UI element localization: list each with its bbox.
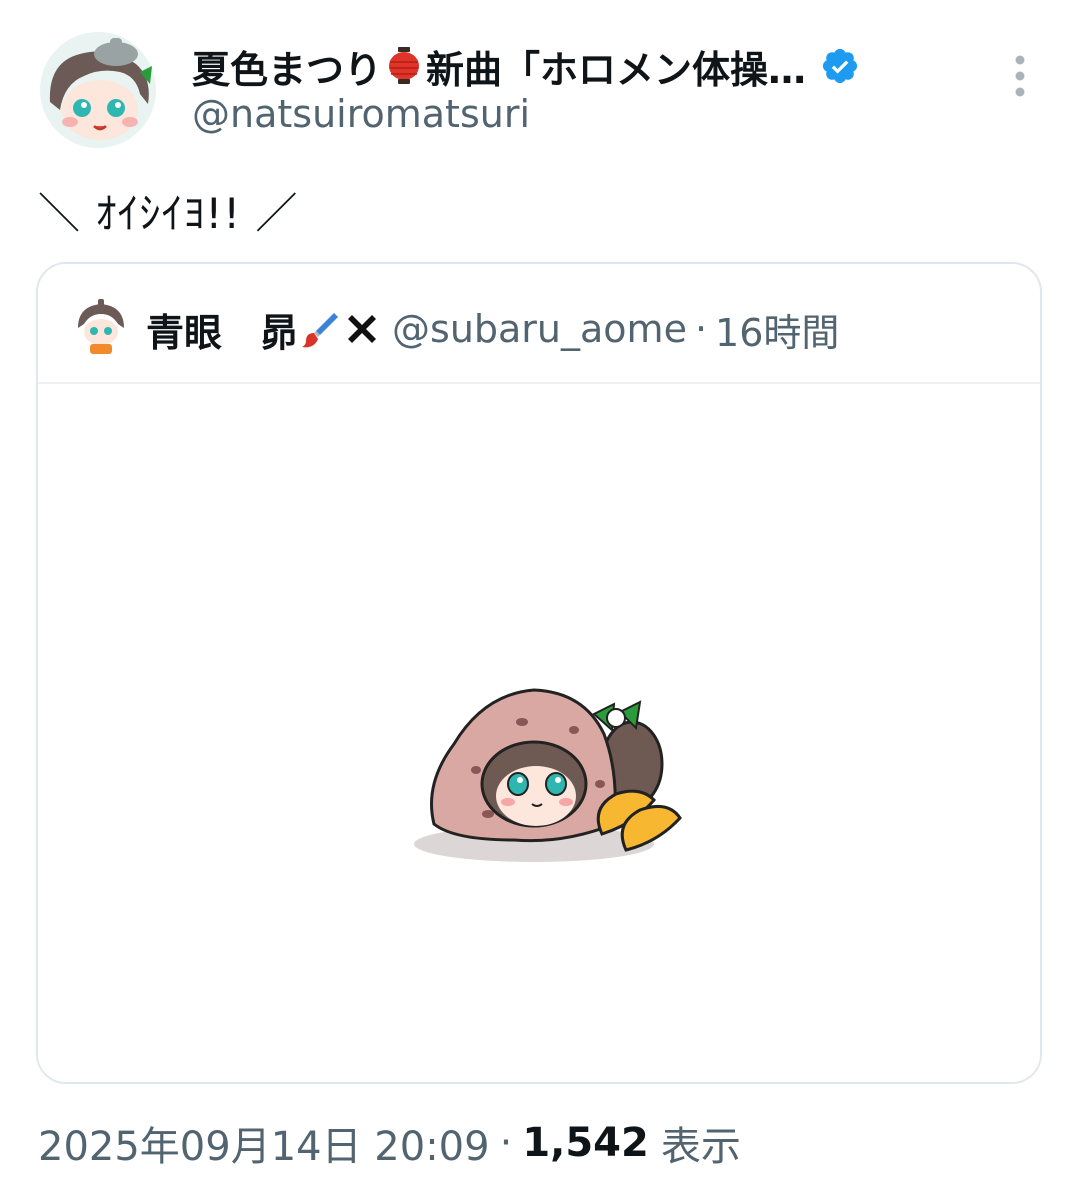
quoted-meta-line: 青眼 昴 @subaru_aome · 16時間: [146, 302, 839, 357]
tweet-text: ＼ ｵｲｼｲﾖ!! ／: [38, 189, 299, 238]
verified-badge-icon[interactable]: [820, 46, 860, 86]
more-options-icon[interactable]: [1008, 54, 1032, 98]
view-count: 1,542: [522, 1120, 649, 1166]
author-display-name-suffix[interactable]: 新曲「ホロメン体操…: [426, 39, 806, 94]
post-timestamp[interactable]: 2025年09月14日 20:09: [38, 1114, 490, 1172]
chibi-illustration: [414, 688, 682, 862]
red-paper-lantern-icon: [389, 47, 420, 84]
author-handle[interactable]: @natsuiromatsuri: [192, 92, 530, 136]
cross-mark-icon: [348, 315, 377, 343]
paintbrush-icon: [302, 313, 339, 348]
view-count-label: 表示: [660, 1124, 741, 1170]
quoted-author-handle[interactable]: @subaru_aome: [392, 307, 687, 351]
tweet-footer: 2025年09月14日 20:09 · 1,542 表示: [38, 1114, 741, 1172]
quoted-media-image[interactable]: [38, 384, 1040, 1082]
author-name-row[interactable]: 夏色まつり 新曲「ホロメン体操…: [192, 38, 860, 94]
author-display-name[interactable]: 夏色まつり: [192, 39, 382, 94]
quoted-author-name[interactable]: 青眼 昴: [146, 302, 298, 357]
quoted-timestamp[interactable]: 16時間: [715, 302, 839, 357]
meta-separator: ·: [694, 307, 708, 351]
quoted-tweet-header[interactable]: 青眼 昴 @subaru_aome · 16時間: [38, 264, 1040, 384]
quoted-author-avatar[interactable]: [72, 298, 130, 356]
footer-separator: ·: [499, 1120, 513, 1166]
author-avatar[interactable]: [40, 32, 156, 148]
quoted-tweet-card[interactable]: 青眼 昴 @subaru_aome · 16時間: [36, 262, 1042, 1084]
tweet: 夏色まつり 新曲「ホロメン体操… @natsuiromatsuri ＼ ｵｲｼｲ…: [0, 0, 1080, 1180]
